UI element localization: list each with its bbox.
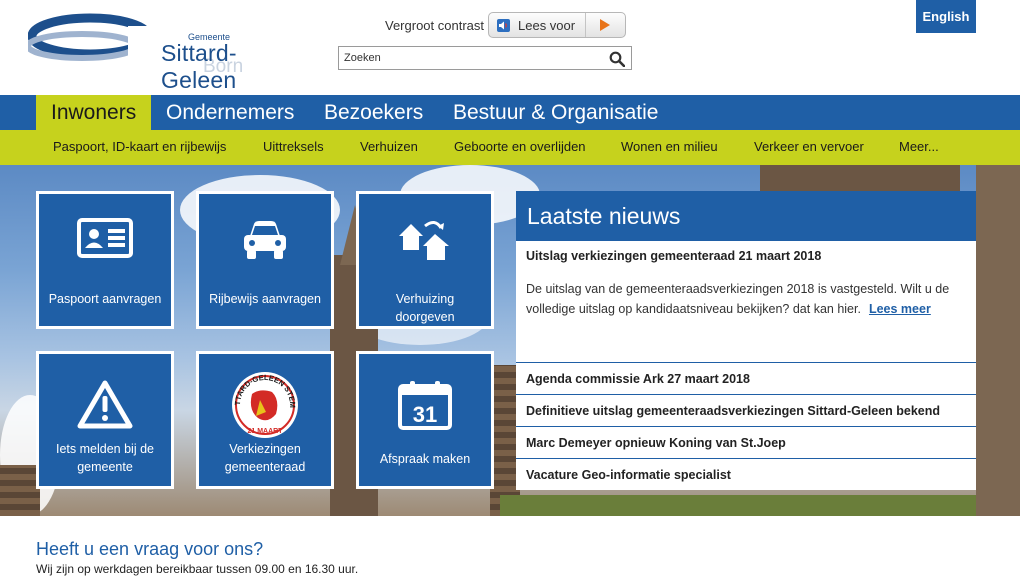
search-box [338,46,632,70]
sub-navigation: Paspoort, ID-kaart en rijbewijs Uittreks… [0,130,1020,165]
tile-paspoort[interactable]: Paspoort aanvragen [36,191,174,329]
subnav-item-meer[interactable]: Meer... [899,139,939,154]
read-aloud-button[interactable]: Lees voor [488,12,626,38]
main-navigation: Inwoners Ondernemers Bezoekers Bestuur &… [0,95,1020,130]
tile-rijbewijs[interactable]: Rijbewijs aanvragen [196,191,334,329]
calendar-icon: 31 [398,381,452,430]
tab-inwoners[interactable]: Inwoners [36,95,151,130]
logo-name-text: Sittard-Geleen [161,40,237,93]
car-icon [244,221,286,259]
contact-text: Wij zijn op werkdagen bereikbaar tussen … [36,562,359,576]
news-featured-text: De uitslag van de gemeenteraadsverkiezin… [526,279,966,319]
play-area[interactable] [585,13,625,37]
houses-move-icon [399,221,449,260]
election-stamp-icon: SITTARD-GELEEN STEMT 21 MAART [230,370,298,438]
id-card-icon [77,218,133,258]
contact-title: Heeft u een vraag voor ons? [36,539,264,559]
warning-icon [77,380,133,429]
play-icon [600,19,610,31]
svg-text:21 MAART: 21 MAART [247,428,283,435]
news-heading: Laatste nieuws [516,191,976,241]
tile-afspraak-label: Afspraak maken [379,452,471,466]
news-item[interactable]: Agenda commissie Ark 27 maart 2018 [516,362,976,394]
news-item[interactable]: Definitieve uitslag gemeenteraadsverkiez… [516,394,976,426]
logo-swoosh-icon [28,13,168,66]
news-featured-title[interactable]: Uitslag verkiezingen gemeenteraad 21 maa… [526,249,821,263]
news-item[interactable]: Vacature Geo-informatie specialist [516,458,976,490]
search-input[interactable] [344,50,594,66]
contrast-toggle[interactable]: Vergroot contrast [385,18,484,33]
tile-paspoort-label: Paspoort aanvragen [48,292,162,306]
tile-verkiezingen-label: Verkiezingen gemeenteraad [224,442,306,474]
tile-afspraak[interactable]: 31 Afspraak maken [356,351,494,489]
subnav-item-geboorte[interactable]: Geboorte en overlijden [454,139,586,154]
site-header: Gemeente Born Sittard-Geleen Vergroot co… [0,0,1020,95]
tile-iets-melden[interactable]: Iets melden bij de gemeente [36,351,174,489]
speaker-icon [497,19,510,32]
tab-bezoekers[interactable]: Bezoekers [324,95,423,130]
tile-verkiezingen[interactable]: SITTARD-GELEEN STEMT 21 MAART Verkiezing… [196,351,334,489]
search-icon[interactable] [609,51,625,67]
tile-iets-melden-label: Iets melden bij de gemeente [56,442,154,474]
language-english-button[interactable]: English [916,0,976,33]
municipality-logo[interactable]: Gemeente Born Sittard-Geleen [28,12,288,93]
tile-rijbewijs-label: Rijbewijs aanvragen [209,292,321,306]
subnav-item-uittreksels[interactable]: Uittreksels [263,139,324,154]
tab-bestuur-organisatie[interactable]: Bestuur & Organisatie [453,95,658,130]
subnav-item-paspoort[interactable]: Paspoort, ID-kaart en rijbewijs [53,139,226,154]
subnav-item-verhuizen[interactable]: Verhuizen [360,139,418,154]
read-more-link[interactable]: Lees meer [869,302,931,316]
subnav-item-verkeer[interactable]: Verkeer en vervoer [754,139,864,154]
tile-verhuizing[interactable]: Verhuizing doorgeven [356,191,494,329]
subnav-item-wonen[interactable]: Wonen en milieu [621,139,718,154]
tab-ondernemers[interactable]: Ondernemers [166,95,294,130]
news-item[interactable]: Marc Demeyer opnieuw Koning van St.Joep [516,426,976,458]
tile-verhuizing-label: Verhuizing doorgeven [395,292,455,324]
svg-text:31: 31 [413,402,437,427]
read-aloud-label: Lees voor [518,18,576,33]
news-panel: Laatste nieuws Uitslag verkiezingen geme… [516,191,976,490]
